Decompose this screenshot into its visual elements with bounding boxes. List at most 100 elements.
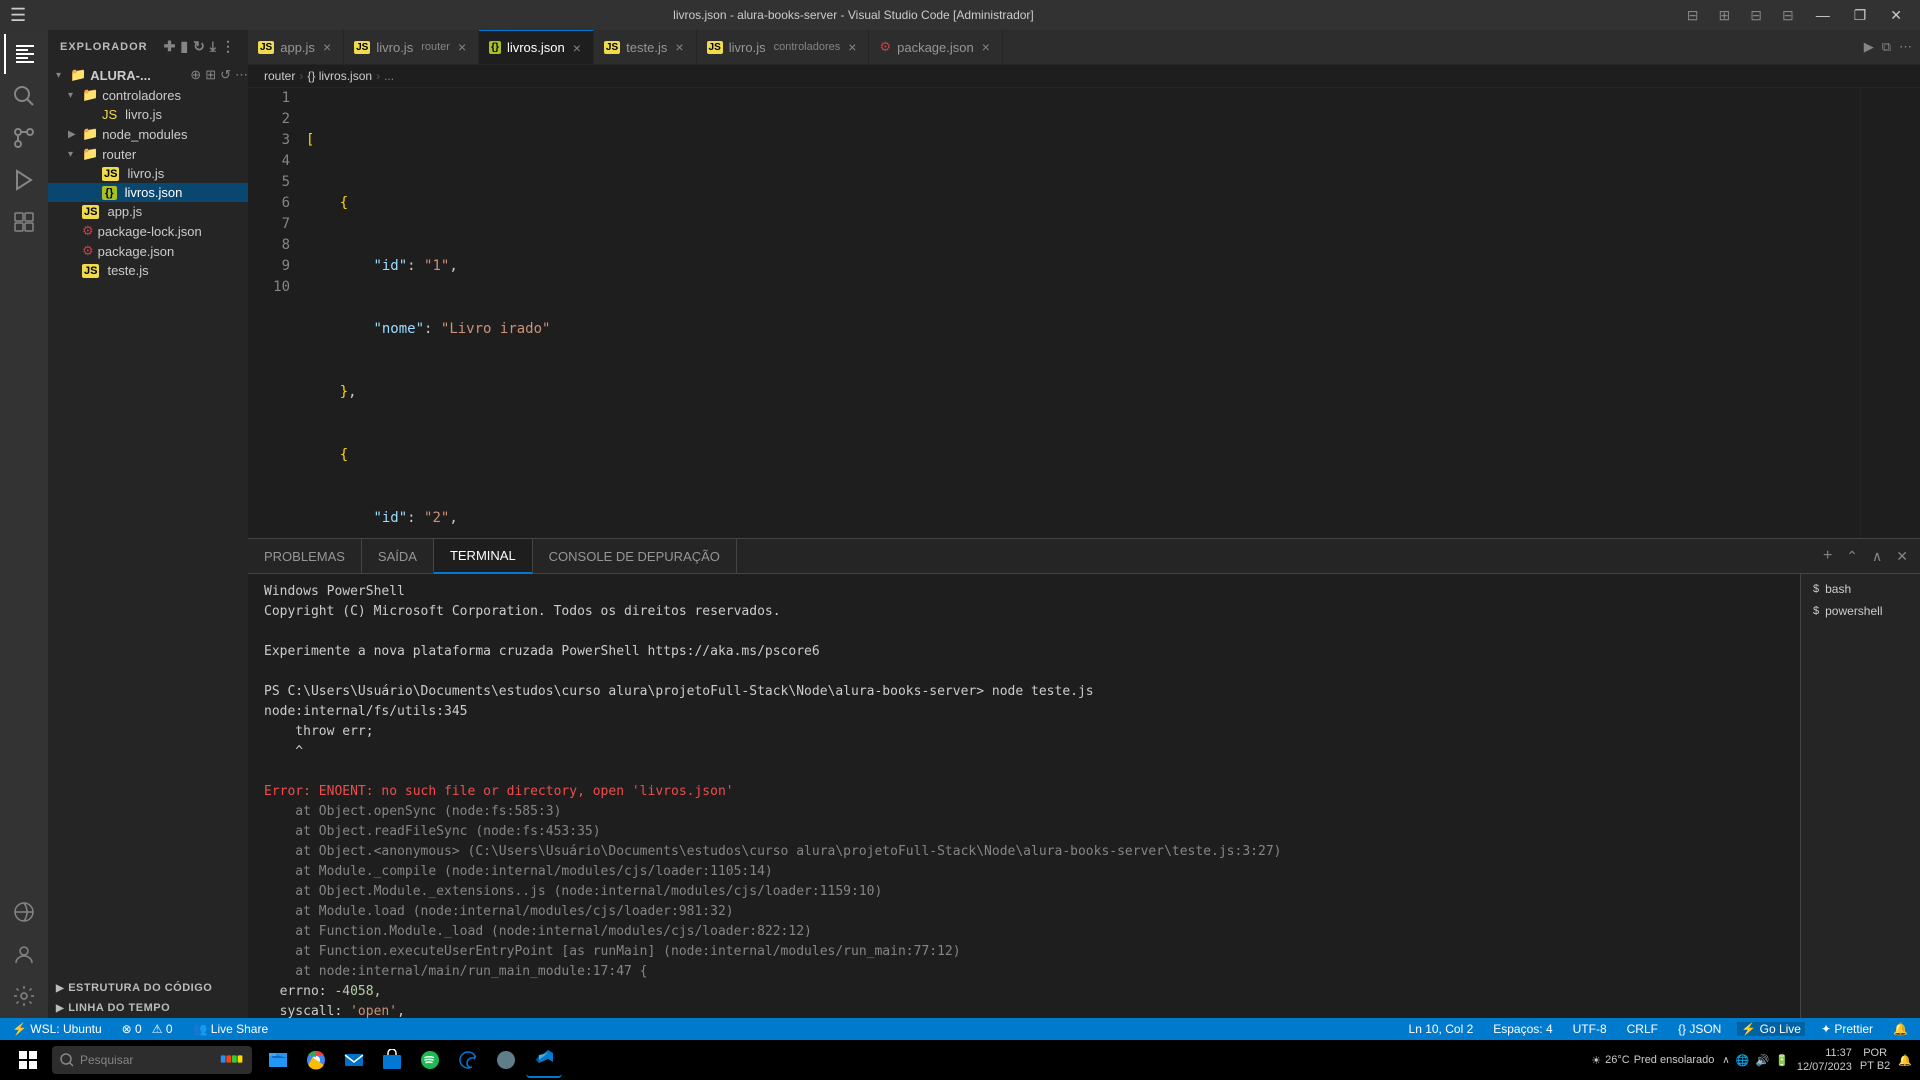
terminal-line-6: PS C:\Users\Usuário\Documents\estudos\cu… [264,682,1784,702]
code-content[interactable]: [ { "id": "1", "nome": "Livro irado" }, … [298,88,1860,538]
livros-json-icon: {} [102,186,117,200]
sidebar-item-router[interactable]: ▾ 📁 router [48,144,248,164]
breadcrumb-router[interactable]: router [264,69,295,83]
terminal-tab-terminal[interactable]: TERMINAL [434,539,533,574]
minimize-button[interactable]: — [1808,5,1838,26]
sidebar-item-package-lock-json[interactable]: ▶ ⚙ package-lock.json [48,221,248,241]
taskbar-app-explorer[interactable] [260,1042,296,1078]
tab-app-js-close[interactable]: × [321,38,333,56]
terminal-shell-bash[interactable]: $ bash [1801,578,1920,600]
status-spaces[interactable]: Espaços: 4 [1489,1022,1556,1036]
tab-teste-js[interactable]: JS teste.js × [594,30,697,65]
terminal-tab-output[interactable]: SAÍDA [362,539,434,574]
status-line-ending[interactable]: CRLF [1623,1022,1662,1036]
battery-icon[interactable]: 🔋 [1775,1054,1789,1067]
close-terminal-button[interactable]: ✕ [1892,546,1912,567]
terminal-body[interactable]: Windows PowerShell Copyright (C) Microso… [248,574,1800,1018]
taskbar-app-unknown[interactable] [488,1042,524,1078]
new-folder-icon[interactable]: ▮ [180,38,189,55]
split-editor-button[interactable]: ⧉ [1882,39,1891,55]
taskbar-app-store[interactable] [374,1042,410,1078]
sidebar-item-package-json[interactable]: ▶ ⚙ package.json [48,241,248,261]
status-errors[interactable]: ⊗ 0 ⚠ 0 [118,1022,177,1036]
taskbar-language[interactable]: POR PT B2 [1860,1047,1890,1073]
status-remote[interactable]: ⚡ WSL: Ubuntu [8,1022,106,1036]
new-folder-btn[interactable]: ⊞ [205,67,216,83]
vscode-menu-icon[interactable]: ☰ [10,5,26,26]
taskbar-weather[interactable]: ☀ 26°C Pred ensolarado [1591,1054,1714,1067]
tab-livro-js-ctrl-close[interactable]: × [846,38,858,56]
tab-livro-js-router-close[interactable]: × [456,38,468,56]
more-actions-icon[interactable]: ⋮ [221,38,236,55]
refresh-icon[interactable]: ↻ [193,38,206,55]
new-terminal-button[interactable]: + [1819,545,1836,567]
tab-app-js[interactable]: JS app.js × [248,30,344,65]
new-file-btn[interactable]: ⊕ [190,67,201,83]
tab-livro-js-router[interactable]: JS livro.js router × [344,30,479,65]
breadcrumb-livros-json[interactable]: {} livros.json [307,69,372,83]
pkg-icon: ⚙ [82,243,94,259]
sidebar-item-teste-js[interactable]: ▶ JS teste.js [48,261,248,280]
debug-activity-icon[interactable] [4,160,44,200]
maximize-terminal-button[interactable]: ∧ [1868,546,1886,567]
taskbar-time-display[interactable]: 11:37 12/07/2023 [1797,1046,1852,1074]
tray-arrow[interactable]: ∧ [1722,1055,1729,1066]
sidebar-item-livro-js-router[interactable]: ▶ JS livro.js [48,164,248,183]
taskbar-app-edge[interactable] [450,1042,486,1078]
timeline-section-header[interactable]: ▶ LINHA DO TEMPO [48,998,248,1018]
explorer-activity-icon[interactable] [4,34,44,74]
maximize-button[interactable]: ❐ [1846,5,1875,26]
status-live-share[interactable]: 👥 Live Share [189,1022,273,1036]
speaker-icon[interactable]: 🔊 [1755,1054,1769,1067]
status-position[interactable]: Ln 10, Col 2 [1405,1022,1478,1036]
status-go-live[interactable]: ⚡ Go Live [1737,1022,1805,1036]
account-activity-icon[interactable] [4,934,44,974]
sidebar-item-node-modules[interactable]: ▶ 📁 node_modules [48,124,248,144]
extensions-activity-icon[interactable] [4,202,44,242]
status-encoding[interactable]: UTF-8 [1569,1022,1611,1036]
sidebar-item-app-js[interactable]: ▶ JS app.js [48,202,248,221]
code-editor[interactable]: 1 2 3 4 5 6 7 8 9 10 [ { "id": "1", [248,88,1920,538]
tab-livros-json[interactable]: {} livros.json × [479,30,594,65]
sidebar-item-controladores[interactable]: ▾ 📁 controladores [48,85,248,105]
taskbar-app-mail[interactable] [336,1042,372,1078]
taskbar-app-chrome[interactable] [298,1042,334,1078]
breadcrumb-ellipsis[interactable]: ... [384,69,394,83]
status-bar-right: Ln 10, Col 2 Espaços: 4 UTF-8 CRLF {} JS… [1405,1022,1912,1036]
taskbar-app-vscode[interactable] [526,1042,562,1078]
collapse-all-icon[interactable]: ⤓ [210,38,217,55]
terminal-tab-problems[interactable]: PROBLEMAS [248,539,362,574]
taskbar-app-spotify[interactable] [412,1042,448,1078]
notification-bell[interactable]: 🔔 [1898,1054,1912,1067]
terminal-line-9: ^ [264,742,1784,762]
tab-livro-js-ctrl[interactable]: JS livro.js controladores × [697,30,870,65]
windows-start-button[interactable] [8,1044,48,1076]
sidebar-item-livro-js-ctrl[interactable]: ▶ JS livro.js [48,105,248,124]
sidebar-item-livros-json[interactable]: ▶ {} livros.json [48,183,248,202]
refresh-btn[interactable]: ↺ [220,67,231,83]
tab-package-json-close[interactable]: × [980,38,992,56]
network-icon[interactable]: 🌐 [1736,1054,1750,1067]
source-control-activity-icon[interactable] [4,118,44,158]
close-button[interactable]: ✕ [1882,5,1910,26]
status-notifications[interactable]: 🔔 [1889,1022,1912,1036]
status-prettier[interactable]: ✦ Prettier [1817,1022,1877,1036]
run-button[interactable]: ▶ [1864,39,1874,55]
structure-section-header[interactable]: ▶ ESTRUTURA DO CÓDIGO [48,978,248,998]
terminal-tab-debug-console[interactable]: CONSOLE DE DEPURAÇÃO [533,539,737,574]
split-terminal-button[interactable]: ⌃ [1842,546,1862,567]
status-language[interactable]: {} JSON [1674,1022,1725,1036]
remote-activity-icon[interactable] [4,892,44,932]
tab-package-json[interactable]: ⚙ package.json × [869,30,1002,65]
new-file-icon[interactable]: ✚ [164,38,177,55]
search-activity-icon[interactable] [4,76,44,116]
settings-activity-icon[interactable] [4,976,44,1016]
more-btn[interactable]: ⋯ [235,67,248,83]
taskbar-search-label: Pesquisar [80,1053,133,1067]
tab-teste-js-close[interactable]: × [673,38,685,56]
taskbar-search[interactable]: Pesquisar [52,1046,252,1074]
more-tab-actions[interactable]: ⋯ [1899,39,1912,55]
project-root-item[interactable]: ▾ 📁 ALURA-... ⊕ ⊞ ↺ ⋯ [48,65,248,85]
terminal-shell-powershell[interactable]: $ powershell [1801,600,1920,622]
tab-livros-json-close[interactable]: × [571,39,583,57]
